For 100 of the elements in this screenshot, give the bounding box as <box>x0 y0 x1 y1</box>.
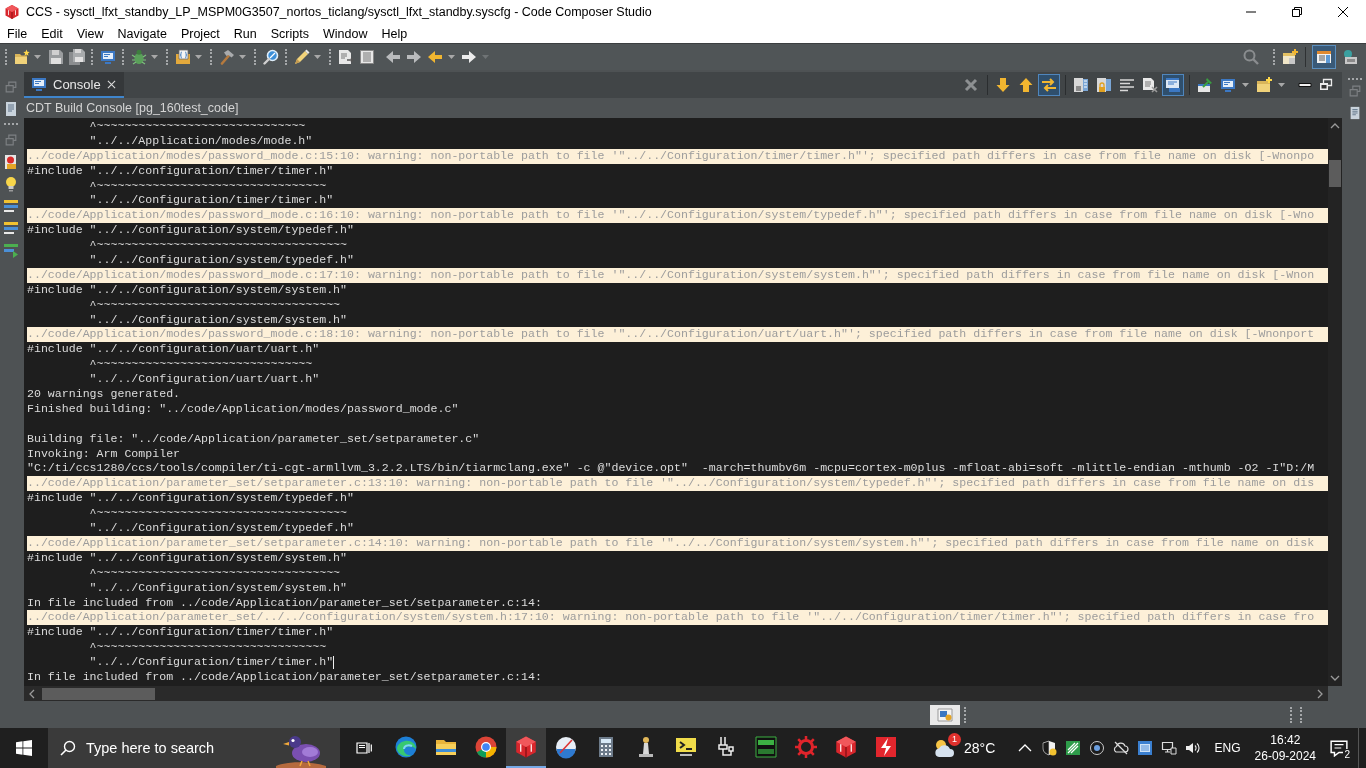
document-icon[interactable] <box>1348 106 1362 120</box>
console-line: "../../Configuration/system/system.h" <box>88 312 348 328</box>
x-icon <box>963 77 979 93</box>
scrollbar-thumb[interactable] <box>1329 160 1341 187</box>
window-plus-icon[interactable] <box>1281 49 1298 65</box>
toolbar-button[interactable] <box>1038 74 1060 96</box>
swirl-icon <box>394 735 418 759</box>
notification-badge: 1 <box>948 733 961 746</box>
left-arrow-icon[interactable] <box>427 49 443 65</box>
bars-icon[interactable] <box>3 198 19 214</box>
console-line: ^~~~~~~~~~~~~~~~~~~~~~~~~~~~~~~~~~~~~ <box>88 506 348 522</box>
right-arrow-icon[interactable] <box>461 49 477 65</box>
restore-icon[interactable] <box>1292 7 1302 17</box>
console-line: ^~~~~~~~~~~~~~~~~~~~~~~~~~~~~~~~~~~~~ <box>88 238 348 253</box>
up-arrow-icon <box>1018 77 1034 93</box>
vertical-scrollbar[interactable] <box>1328 118 1342 686</box>
scroll-down-icon[interactable] <box>1330 674 1340 682</box>
stripes-icon[interactable] <box>1064 740 1081 756</box>
dot-window-icon <box>1342 49 1358 65</box>
scroll-left-icon[interactable] <box>28 688 36 699</box>
dropdown-caret-icon[interactable] <box>239 55 246 59</box>
right-arrow-icon[interactable] <box>406 49 422 65</box>
speech-bubble-icon <box>1330 739 1348 757</box>
perspective-button[interactable] <box>1312 45 1336 69</box>
language-button[interactable]: ENG <box>1208 741 1247 755</box>
bars-play-icon[interactable] <box>3 242 19 258</box>
menu-item[interactable]: Window <box>315 24 375 43</box>
console-line: ^~~~~~~~~~~~~~~~~~~~~~~~~~~~~~~~~~~~ <box>88 297 341 313</box>
terminal-screen-icon <box>674 735 698 759</box>
dropdown-caret-icon[interactable] <box>314 55 321 59</box>
scrollbar-thumb[interactable] <box>42 687 155 700</box>
bars-icon[interactable] <box>3 220 19 236</box>
windows-logo-icon[interactable] <box>16 740 32 756</box>
console-line: "../../Configuration/timer/timer.h" <box>88 193 334 209</box>
window-icon <box>1165 77 1181 93</box>
notifications-button[interactable]: 2 <box>1324 728 1354 768</box>
magnifier-icon[interactable] <box>262 49 279 65</box>
console-line: ^~~~~~~~~~~~~~~~~~~~~~~~~~~~~~~~~~~~ <box>88 565 341 581</box>
dropdown-caret-icon[interactable] <box>195 55 202 59</box>
menu-item[interactable]: Scripts <box>263 24 316 43</box>
save-icon[interactable] <box>47 49 64 65</box>
weather-button[interactable]: 1 28°C <box>928 728 1000 768</box>
search-field[interactable]: Type here to search <box>48 728 340 768</box>
console-line: Building file: "../code/Application/parameter_set/setparameter.c" <box>27 431 480 447</box>
speaker-icon[interactable] <box>1184 740 1201 756</box>
new-icon[interactable] <box>13 49 30 65</box>
console-tab[interactable]: Console <box>24 72 124 98</box>
save-all-icon[interactable] <box>68 49 85 65</box>
horizontal-scrollbar[interactable] <box>24 686 1328 701</box>
scroll-right-icon[interactable] <box>1316 688 1324 699</box>
image-icon[interactable] <box>930 704 960 725</box>
scroll-up-icon[interactable] <box>1330 122 1340 130</box>
dropdown-caret-icon[interactable] <box>1277 83 1285 87</box>
monitor-icon <box>1220 77 1236 93</box>
menu-item[interactable]: Project <box>173 24 227 43</box>
maximize-icon[interactable] <box>1317 77 1334 93</box>
pin-icon <box>1197 77 1213 93</box>
console-line: #include "../../configuration/system/typedef.h" <box>27 223 354 239</box>
breakpoint-icon[interactable] <box>3 154 19 170</box>
cloud-off-icon[interactable] <box>1112 740 1129 756</box>
console-line: #include "../../configuration/system/typedef.h" <box>27 491 354 507</box>
menu-item[interactable]: Run <box>226 24 264 43</box>
dropdown-caret-icon[interactable] <box>151 55 158 59</box>
console-line: "../../Configuration/system/system.h" <box>88 580 348 596</box>
window-square-icon[interactable] <box>1136 740 1153 756</box>
dropdown-caret-icon[interactable] <box>34 55 41 59</box>
ring-dot-icon[interactable] <box>1088 740 1105 756</box>
lines-icon <box>1119 77 1135 93</box>
pencil-icon[interactable] <box>293 49 310 65</box>
hammer-icon[interactable] <box>218 49 235 65</box>
shield-icon[interactable] <box>1040 740 1057 756</box>
console-line: "../../Configuration/system/typedef.h" <box>88 253 354 268</box>
toolbar-button[interactable] <box>1162 74 1184 96</box>
folder-braces-icon[interactable] <box>174 49 191 65</box>
task-view-icon[interactable] <box>356 740 372 756</box>
console-line: In file included from ../code/Application/parameter_set/setparameter.c:14: <box>27 595 542 611</box>
clock-button[interactable]: 16:42 26-09-2024 <box>1246 732 1324 764</box>
console-line: In file included from ../code/Application/parameter_set/setparameter.c:14: <box>27 669 542 685</box>
menu-item[interactable]: View <box>69 24 111 43</box>
network-icon[interactable] <box>1160 740 1177 756</box>
console-line: #include "../../configuration/timer/timer.h" <box>27 625 334 641</box>
console-line: "../../Application/modes/mode.h" <box>88 133 313 149</box>
ring-logo-icon <box>474 735 498 759</box>
console-line: Finished building: "../code/Application/modes/password_mode.c" <box>27 401 459 417</box>
dropdown-caret-icon[interactable] <box>1241 83 1249 87</box>
text-cursor-icon <box>333 656 335 669</box>
document-arrow-icon[interactable] <box>337 49 354 65</box>
dropdown-caret-icon[interactable] <box>447 55 455 59</box>
menu-item[interactable]: Navigate <box>110 24 174 43</box>
menu-item[interactable]: Edit <box>34 24 70 43</box>
close-icon[interactable] <box>1338 7 1348 17</box>
menu-item[interactable]: File <box>0 24 35 43</box>
document-list-icon[interactable] <box>358 49 375 65</box>
monitor-icon[interactable] <box>99 49 116 65</box>
menu-item[interactable]: Help <box>374 24 415 43</box>
left-arrow-icon[interactable] <box>385 49 401 65</box>
lightbulb-icon[interactable] <box>3 176 19 192</box>
bug-icon[interactable] <box>130 49 147 65</box>
monitor-icon <box>31 76 47 92</box>
document-icon[interactable] <box>3 101 19 117</box>
